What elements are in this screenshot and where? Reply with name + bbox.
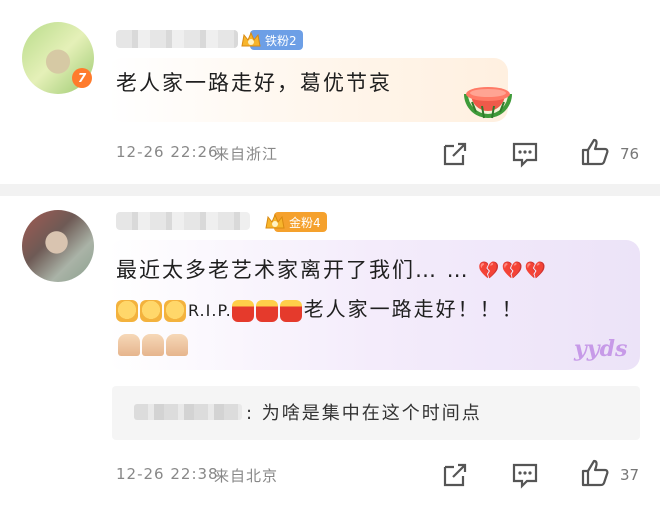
crying-face-icon	[116, 297, 188, 322]
like-button[interactable]	[580, 458, 610, 492]
like-count: 37	[620, 466, 640, 484]
comment-icon	[512, 463, 538, 489]
comment-divider	[0, 184, 660, 196]
share-button[interactable]	[440, 460, 470, 494]
user-level-tag: 7	[72, 68, 92, 88]
comment-text: 老人家一路走好，葛优节哀	[116, 71, 392, 95]
reply-button[interactable]	[510, 460, 540, 494]
comment-text-line-2: R.I.P. 老人家一路走好！！！	[116, 290, 524, 330]
comment-time: 12-26 22:38	[116, 465, 219, 483]
reply-preview[interactable]: : 为啥是集中在这个时间点	[112, 386, 640, 440]
like-count: 76	[620, 145, 640, 163]
crown-icon	[264, 211, 286, 233]
crown-icon	[240, 29, 262, 51]
fan-badge-label: 金粉4	[289, 215, 321, 230]
fan-badge: 铁粉2	[241, 30, 303, 50]
share-button[interactable]	[440, 139, 470, 173]
share-icon	[443, 142, 467, 166]
like-button[interactable]	[580, 137, 610, 171]
username-blurred[interactable]	[116, 212, 250, 230]
fan-badge-label: 铁粉2	[265, 33, 297, 48]
thumbs-up-icon	[581, 138, 609, 166]
username-blurred[interactable]	[116, 30, 238, 48]
comment-time: 12-26 22:26	[116, 143, 219, 161]
reply-colon: :	[246, 403, 262, 424]
fan-badge: 金粉4	[265, 212, 327, 232]
comment-location: 来自浙江	[214, 145, 279, 163]
reply-button[interactable]	[510, 139, 540, 173]
yyds-sticker: yyds	[574, 336, 628, 362]
praying-hands-icon	[118, 334, 190, 356]
watermelon-sticker-icon	[462, 82, 514, 128]
reply-text: 为啥是集中在这个时间点	[261, 403, 482, 424]
reply-text-row: : 为啥是集中在这个时间点	[246, 399, 482, 425]
thumbs-up-icon	[581, 459, 609, 487]
comment-text-line-1: 最近太多老艺术家离开了我们… … 💔💔💔	[116, 251, 548, 290]
avatar[interactable]	[22, 210, 94, 282]
comment-location: 来自北京	[214, 467, 279, 485]
comment-icon	[512, 142, 538, 168]
share-icon	[443, 463, 467, 487]
reply-username-blurred[interactable]	[134, 404, 242, 420]
comment-1: 7 铁粉2 老人家一路走好，葛优节哀 12-26 22:26 来自浙江 76	[0, 0, 660, 184]
candle-icon	[231, 297, 304, 322]
broken-heart-icon: 💔💔💔	[478, 261, 548, 281]
